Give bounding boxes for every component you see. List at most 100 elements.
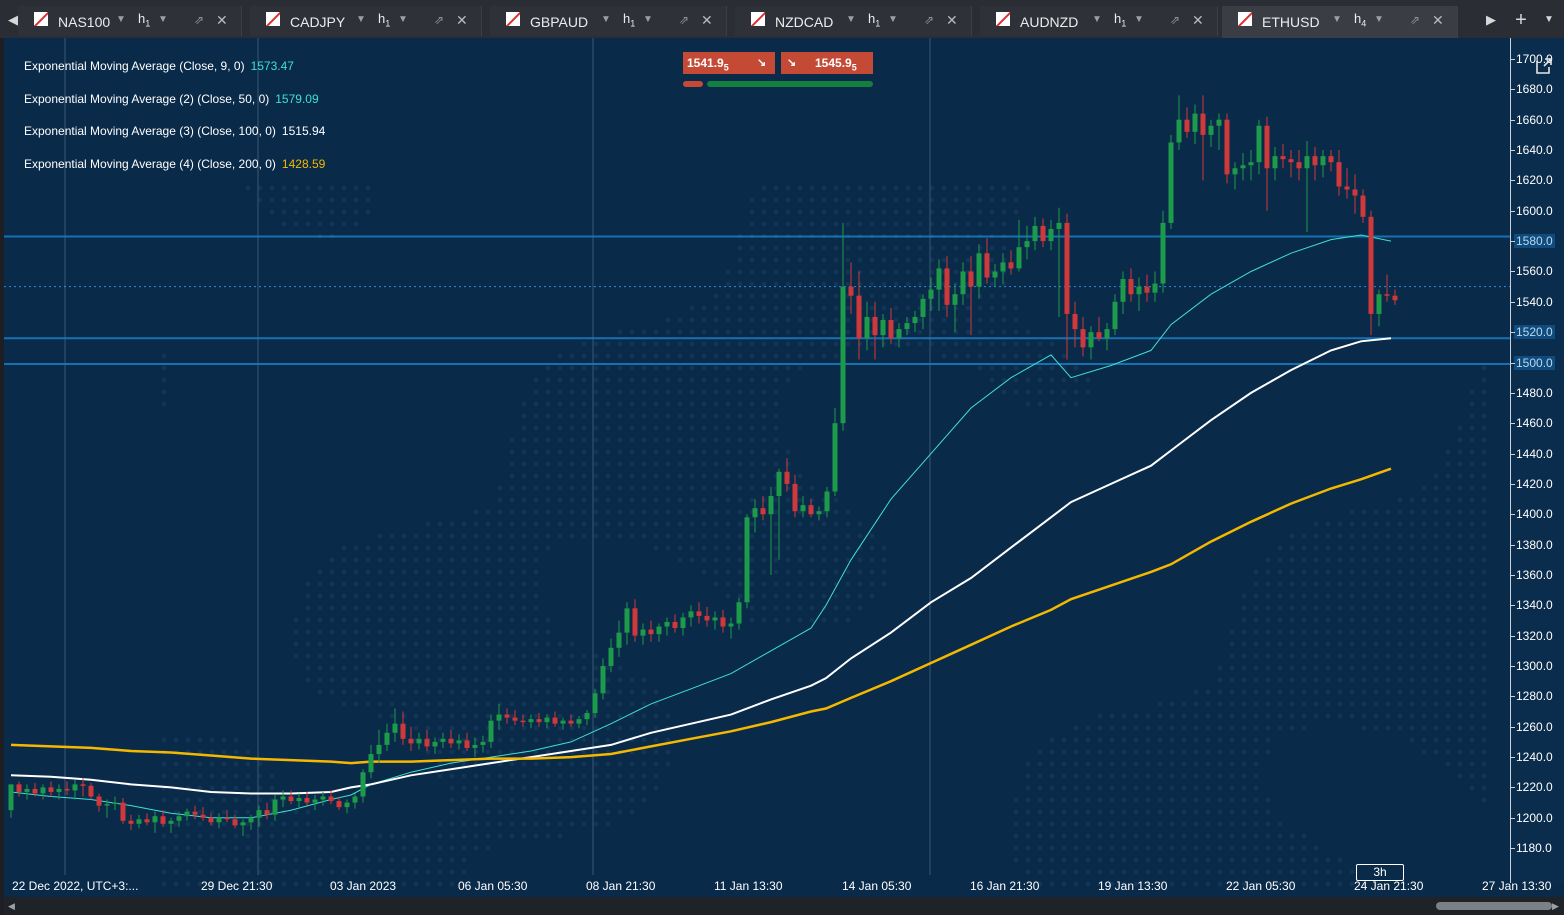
popout-icon[interactable]: ⇗ (194, 13, 204, 27)
tab-cadjpy[interactable]: CADJPY ▼ h1 ▼ ⇗ ✕ (250, 6, 482, 36)
close-icon[interactable]: ✕ (456, 12, 468, 29)
popout-icon[interactable]: ⇗ (1170, 13, 1180, 27)
popout-icon[interactable]: ⇗ (924, 13, 934, 27)
legend-ema-100[interactable]: Exponential Moving Average (3) (Close, 1… (24, 124, 325, 138)
chevron-down-icon[interactable]: ▼ (1540, 6, 1558, 34)
plus-icon[interactable]: + (1512, 6, 1530, 34)
candle-body (1376, 294, 1382, 314)
candle (312, 794, 318, 811)
chevron-down-icon[interactable]: ▼ (1374, 14, 1384, 25)
tab-timeframe[interactable]: h1 (378, 11, 390, 29)
candle (472, 737, 478, 758)
candle-body (80, 784, 86, 786)
candle-body (1224, 119, 1230, 175)
close-icon[interactable]: ✕ (1192, 12, 1204, 29)
candle (832, 408, 838, 497)
candle-body (1312, 156, 1318, 166)
tab-timeframe[interactable]: h1 (623, 11, 635, 29)
candle (416, 732, 422, 750)
scroll-left-icon[interactable]: ◀ (8, 901, 15, 912)
tab-timeframe[interactable]: h1 (138, 11, 150, 29)
time-axis-label: 03 Jan 2023 (330, 879, 397, 893)
chart-area[interactable]: Exponential Moving Average (Close, 9, 0)… (4, 38, 1564, 915)
chevron-down-icon[interactable]: ▼ (1092, 14, 1102, 25)
candle-body (616, 632, 622, 648)
candle (1352, 174, 1358, 214)
candle-body (392, 723, 398, 733)
chevron-right-icon[interactable]: ▶ (1482, 6, 1500, 34)
candle-body (1008, 262, 1014, 269)
candle (552, 711, 558, 727)
candle (824, 486, 830, 518)
tab-gbpaud[interactable]: GBPAUD ▼ h1 ▼ ⇗ ✕ (490, 6, 727, 36)
price-axis-tick (1511, 453, 1515, 455)
candle (712, 611, 718, 630)
candle (864, 301, 870, 351)
candle (1312, 147, 1318, 181)
close-icon[interactable]: ✕ (701, 12, 713, 29)
price-axis-tick (1511, 483, 1515, 485)
chevron-down-icon[interactable]: ▼ (1134, 14, 1144, 25)
chevron-down-icon[interactable]: ▼ (601, 14, 611, 25)
chevron-down-icon[interactable]: ▼ (158, 14, 168, 25)
close-icon[interactable]: ✕ (946, 12, 958, 29)
scrollbar-thumb[interactable] (1436, 902, 1552, 910)
chevron-down-icon[interactable]: ▼ (846, 14, 856, 25)
chevron-down-icon[interactable]: ▼ (643, 14, 653, 25)
price-axis[interactable]: 1700.0 1680.0 1660.0 1640.0 1620.0 1600.0 1580… (1510, 38, 1564, 883)
candle-body (952, 294, 958, 305)
candle-body (1144, 286, 1150, 293)
candle (1112, 294, 1118, 336)
candle (352, 793, 358, 809)
candle-body (176, 816, 182, 821)
popout-icon[interactable]: ⇗ (679, 13, 689, 27)
chevron-down-icon[interactable]: ▼ (116, 14, 126, 25)
candle (1368, 210, 1374, 336)
expand-icon[interactable] (1534, 56, 1556, 78)
candle (144, 813, 150, 826)
tab-nas100[interactable]: NAS100 ▼ h1 ▼ ⇗ ✕ (18, 6, 242, 36)
candle-body (1272, 156, 1278, 169)
candle-body (464, 740, 470, 748)
candle-body (936, 268, 942, 290)
legend-ema-9[interactable]: Exponential Moving Average (Close, 9, 0)… (24, 59, 294, 73)
chevron-down-icon[interactable]: ▼ (356, 14, 366, 25)
close-icon[interactable]: ✕ (216, 12, 228, 29)
candle-body (784, 471, 790, 484)
popout-icon[interactable]: ⇗ (1410, 13, 1420, 27)
chevron-down-icon[interactable]: ▼ (1332, 14, 1342, 25)
chevron-down-icon[interactable]: ▼ (888, 14, 898, 25)
candle (272, 794, 278, 821)
legend-ema-50[interactable]: Exponential Moving Average (2) (Close, 5… (24, 92, 319, 106)
sell-button[interactable]: 1541.95 ↘ (683, 52, 775, 74)
ema-line-1 (10, 234, 1392, 819)
candle-body (328, 796, 334, 802)
tab-ethusd[interactable]: ETHUSD ▼ h4 ▼ ⇗ ✕ (1222, 6, 1458, 38)
scroll-right-icon[interactable]: ▶ (1552, 901, 1559, 912)
candle-body (752, 508, 758, 518)
tab-nzdcad[interactable]: NZDCAD ▼ h1 ▼ ⇗ ✕ (735, 6, 972, 36)
horizontal-scrollbar[interactable]: ◀ ▶ (4, 897, 1564, 915)
timeframe-marker[interactable]: 3h (1356, 864, 1404, 881)
buy-button[interactable]: ↘ 1545.95 (781, 52, 873, 74)
candle-body (656, 626, 662, 635)
tab-timeframe[interactable]: h1 (1114, 11, 1126, 29)
close-icon[interactable]: ✕ (1432, 12, 1444, 29)
candle (1280, 143, 1286, 169)
candle (48, 781, 54, 797)
price-axis-tick (1511, 119, 1515, 121)
legend-ema-200[interactable]: Exponential Moving Average (4) (Close, 2… (24, 157, 325, 171)
legend-value: 1573.47 (250, 59, 294, 73)
time-axis-label: 24 Jan 21:30 (1354, 879, 1424, 893)
price-axis-label: 1260.0 (1516, 719, 1553, 734)
candle (208, 813, 214, 826)
chevron-down-icon[interactable]: ▼ (398, 14, 408, 25)
tab-timeframe[interactable]: h4 (1354, 11, 1366, 29)
popout-icon[interactable]: ⇗ (434, 13, 444, 27)
candle-body (1104, 329, 1110, 339)
time-axis[interactable]: 22 Dec 2022, UTC+3:... 29 Dec 21:30 03 Jan… (4, 875, 1551, 897)
candle (1152, 271, 1158, 302)
candle (504, 708, 510, 724)
tab-audnzd[interactable]: AUDNZD ▼ h1 ▼ ⇗ ✕ (980, 6, 1218, 36)
tab-timeframe[interactable]: h1 (868, 11, 880, 29)
